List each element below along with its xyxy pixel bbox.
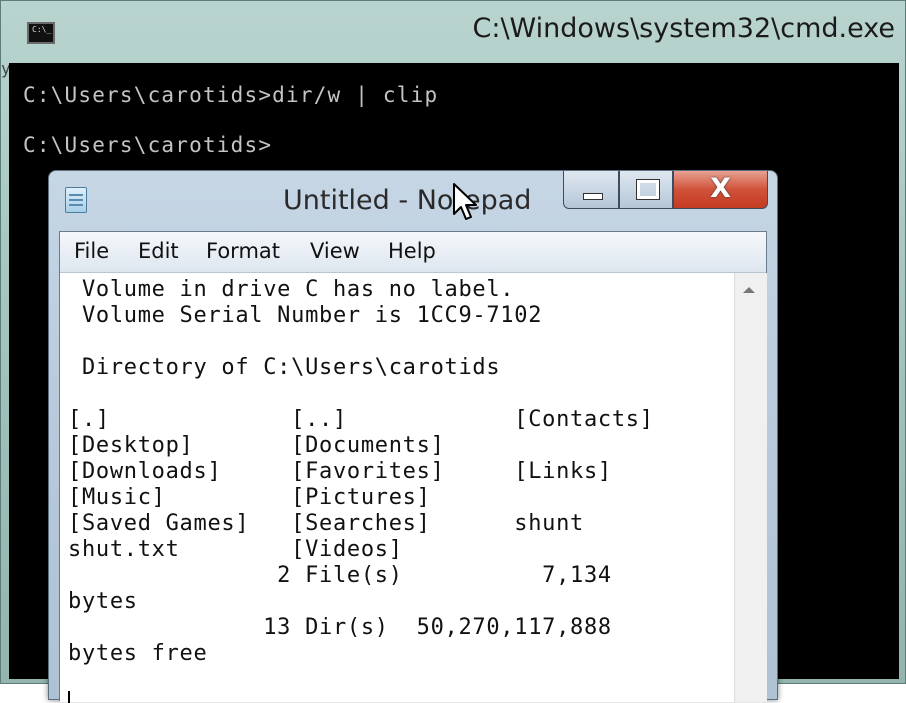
text-line: 2 File(s) 7,134	[68, 563, 612, 588]
menu-help[interactable]: Help	[388, 239, 436, 263]
text-line: [.] [..] [Contacts]	[68, 407, 654, 432]
cmd-line-command: C:\Users\carotids>dir/w | clip	[23, 83, 439, 107]
menu-edit[interactable]: Edit	[138, 239, 179, 263]
cmd-titlebar[interactable]: C:\_ C:\Windows\system32\cmd.exe	[1, 1, 906, 61]
text-caret	[68, 691, 70, 703]
minimize-button[interactable]	[563, 171, 619, 209]
cmd-line-prompt: C:\Users\carotids>	[23, 133, 273, 157]
cmd-app-icon[interactable]: C:\_	[27, 22, 55, 44]
text-line: [Music] [Pictures]	[68, 485, 431, 510]
vertical-scrollbar[interactable]	[734, 273, 767, 702]
scroll-up-arrow-icon[interactable]	[743, 287, 755, 293]
text-line: Volume in drive C has no label.	[68, 277, 515, 302]
text-line: [Desktop] [Documents]	[68, 433, 445, 458]
notepad-window-title: Untitled - Notepad	[283, 185, 532, 216]
text-line: [Saved Games] [Searches] shunt	[68, 511, 584, 536]
text-line: bytes	[68, 589, 138, 614]
notepad-window: Untitled - Notepad X File Edit Format Vi…	[48, 170, 778, 703]
notepad-text-area[interactable]: Volume in drive C has no label. Volume S…	[60, 273, 734, 703]
text-line: bytes free	[68, 641, 208, 666]
text-line: [Downloads] [Favorites] [Links]	[68, 459, 612, 484]
text-line: Volume Serial Number is 1CC9-7102	[68, 303, 543, 328]
window-controls: X	[563, 171, 768, 213]
cmd-icon-text: C:\_	[32, 25, 52, 34]
text-line: 13 Dir(s) 50,270,117,888	[68, 615, 612, 640]
menu-bar: File Edit Format View Help	[60, 232, 766, 273]
text-line: Directory of C:\Users\carotids	[68, 355, 501, 380]
maximize-button[interactable]	[619, 171, 673, 209]
menu-view[interactable]: View	[310, 239, 360, 263]
notepad-client-area: File Edit Format View Help Volume in dri…	[59, 231, 767, 703]
close-button[interactable]: X	[673, 171, 768, 209]
menu-format[interactable]: Format	[206, 239, 280, 263]
mouse-pointer-icon	[453, 183, 477, 220]
cmd-window-title: C:\Windows\system32\cmd.exe	[472, 13, 896, 44]
text-line: shut.txt [Videos]	[68, 537, 403, 562]
notepad-app-icon[interactable]	[65, 187, 87, 213]
close-icon: X	[710, 173, 731, 204]
menu-file[interactable]: File	[74, 239, 109, 263]
